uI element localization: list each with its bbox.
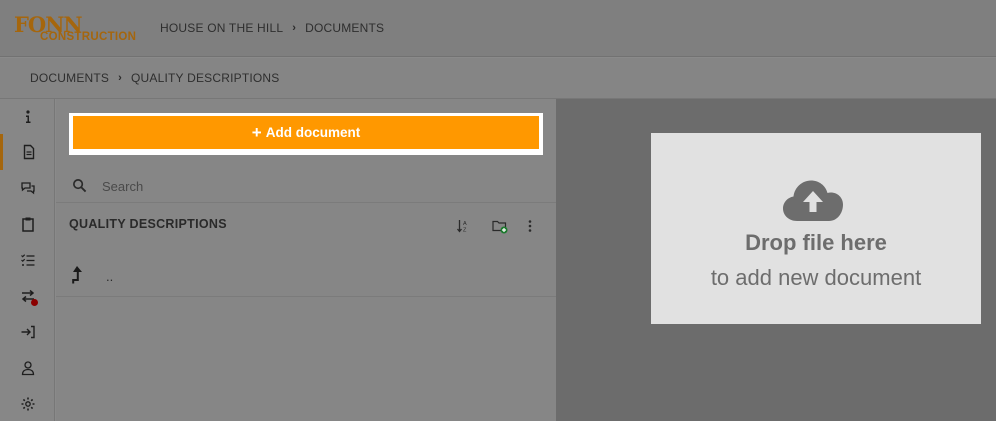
file-dropzone[interactable]: Drop file here to add new document <box>651 133 981 324</box>
upload-area: Drop file here to add new document <box>556 99 996 421</box>
top-breadcrumb: HOUSE ON THE HILL › DOCUMENTS <box>160 21 384 35</box>
notification-dot <box>31 299 38 306</box>
document-icon <box>23 144 35 160</box>
svg-text:Z: Z <box>463 228 467 234</box>
sidebar-item-transfers[interactable] <box>0 278 55 314</box>
breadcrumb-documents-root[interactable]: DOCUMENTS <box>30 71 109 85</box>
parent-folder-row[interactable]: .. <box>56 255 556 297</box>
level-up-icon <box>72 266 82 284</box>
sidebar-item-clipboard[interactable] <box>0 206 55 242</box>
cloud-upload-icon <box>783 180 843 221</box>
chat-icon <box>20 182 35 195</box>
drop-title: Drop file here <box>745 230 887 255</box>
sidebar-rail <box>0 99 55 421</box>
svg-text:A: A <box>463 221 467 227</box>
sub-header: DOCUMENTS › QUALITY DESCRIPTIONS <box>0 58 996 99</box>
breadcrumb-documents[interactable]: DOCUMENTS <box>305 21 384 35</box>
chevron-right-icon: › <box>118 72 123 84</box>
logo-sub-text: CONSTRUCTION <box>40 31 137 43</box>
sign-in-icon <box>21 325 35 339</box>
company-logo[interactable]: FONN CONSTRUCTION <box>14 12 137 46</box>
sort-icon[interactable]: A Z <box>455 218 471 234</box>
sidebar-item-settings[interactable] <box>0 386 55 421</box>
info-icon <box>25 110 30 123</box>
add-document-button[interactable]: + Add document <box>73 116 539 149</box>
drop-subtitle: to add new document <box>710 265 922 290</box>
breadcrumb-project[interactable]: HOUSE ON THE HILL <box>160 21 283 35</box>
checklist-icon <box>20 254 34 266</box>
sidebar-item-info[interactable] <box>0 99 55 135</box>
folder-breadcrumb: DOCUMENTS › QUALITY DESCRIPTIONS <box>30 71 280 85</box>
search-icon <box>73 179 87 193</box>
user-icon <box>21 361 34 376</box>
document-list-panel: + Add document QUALITY DESCRIPTIONS A Z <box>56 99 556 421</box>
chevron-right-icon: › <box>292 22 297 34</box>
search-bar <box>56 171 556 203</box>
add-document-label: Add document <box>265 125 361 140</box>
plus-icon: + <box>251 123 262 142</box>
settings-icon <box>21 397 34 411</box>
sidebar-item-documents[interactable] <box>0 134 55 170</box>
more-options-icon[interactable] <box>522 218 538 234</box>
top-header: FONN CONSTRUCTION HOUSE ON THE HILL › DO… <box>0 0 996 57</box>
folder-title: QUALITY DESCRIPTIONS <box>69 217 227 231</box>
add-folder-icon[interactable] <box>492 218 508 234</box>
sidebar-item-user[interactable] <box>0 350 55 386</box>
sidebar-item-chat[interactable] <box>0 170 55 206</box>
sidebar-item-sign-in[interactable] <box>0 314 55 350</box>
add-document-highlight: + Add document <box>69 113 543 155</box>
parent-folder-label: .. <box>106 269 114 284</box>
search-input[interactable] <box>102 175 522 197</box>
folder-header: QUALITY DESCRIPTIONS A Z <box>56 203 556 251</box>
clipboard-icon <box>21 217 34 232</box>
breadcrumb-current-folder[interactable]: QUALITY DESCRIPTIONS <box>131 71 279 85</box>
sidebar-item-checklist[interactable] <box>0 242 55 278</box>
